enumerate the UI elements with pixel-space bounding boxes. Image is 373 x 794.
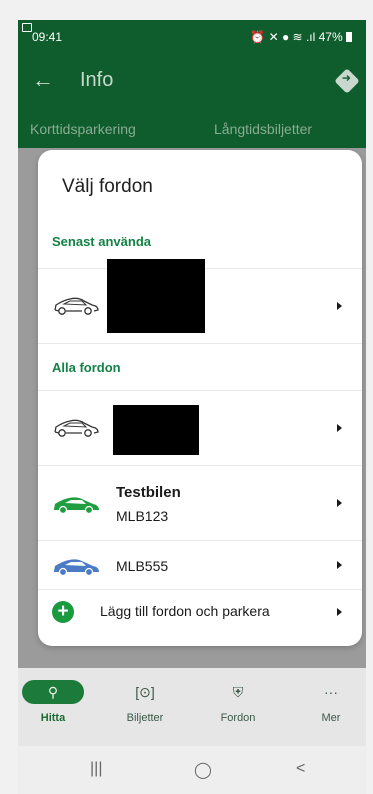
nav-item-hitta[interactable]: ⚲ Hitta — [18, 680, 88, 724]
recent-apps-icon[interactable]: ||| — [90, 760, 102, 778]
gallery-icon — [22, 23, 32, 32]
vehicle-row-recent[interactable] — [38, 259, 362, 343]
tab-short-term[interactable]: Korttidsparkering — [30, 121, 136, 137]
add-circle-icon: + — [52, 601, 74, 623]
chevron-right-icon — [337, 561, 342, 569]
add-vehicle-label: Lägg till fordon och parkera — [100, 603, 270, 619]
tab-long-term[interactable]: Långtidsbiljetter — [214, 121, 312, 137]
nav-item-biljetter[interactable]: [⊙] Biljetter — [110, 680, 180, 724]
car-filled-icon — [54, 559, 99, 577]
section-recent: Senast använda — [52, 234, 151, 249]
nav-label-hitta: Hitta — [40, 712, 66, 724]
vehicle-name: Testbilen — [116, 484, 181, 501]
vehicle-row-mlb555[interactable]: MLB555 — [38, 541, 362, 589]
status-bar: 09:41 ⏰ ✕ ● ≋ .ıl 47% — [18, 20, 366, 54]
directions-icon[interactable] — [334, 68, 360, 94]
nav-label-biljetter: Biljetter — [126, 712, 164, 724]
redacted-plate — [107, 259, 205, 333]
battery-icon — [346, 32, 352, 42]
nav-label-mer: Mer — [321, 712, 341, 724]
redacted-plate — [113, 405, 199, 455]
dialog-title: Välj fordon — [62, 176, 153, 197]
car-outline-icon — [54, 297, 99, 315]
app-bar: ← Info — [18, 54, 366, 114]
ticket-icon: [⊙] — [135, 684, 155, 700]
car-icon: ⛨ — [232, 684, 244, 700]
nav-item-fordon[interactable]: ⛨ Fordon — [203, 680, 273, 724]
divider — [38, 343, 362, 344]
status-icons: ⏰ ✕ ● ≋ .ıl 47% — [250, 30, 352, 44]
battery-text: 47% — [318, 30, 343, 44]
tab-bar: Korttidsparkering Långtidsbiljetter — [18, 114, 366, 148]
bottom-nav: ⚲ Hitta [⊙] Biljetter ⛨ Fordon ··· Mer — [18, 668, 366, 746]
add-vehicle-row[interactable]: + Lägg till fordon och parkera — [38, 590, 362, 636]
nav-item-mer[interactable]: ··· Mer — [296, 680, 366, 724]
vehicle-row-testbilen[interactable]: Testbilen MLB123 — [38, 466, 362, 540]
chevron-right-icon — [337, 608, 342, 616]
back-icon[interactable]: < — [296, 760, 305, 778]
section-all: Alla fordon — [52, 360, 121, 375]
vehicle-plate: MLB555 — [116, 558, 169, 574]
search-icon: ⚲ — [22, 680, 84, 704]
vehicle-row-redacted[interactable] — [38, 391, 362, 465]
chevron-right-icon — [337, 302, 342, 310]
page-title: Info — [80, 69, 114, 91]
system-nav-bar: ||| ◯ < — [18, 746, 366, 794]
car-filled-icon — [54, 497, 99, 515]
home-icon[interactable]: ◯ — [194, 760, 212, 780]
status-icons-text: ⏰ ✕ ● ≋ .ıl — [250, 30, 316, 44]
nav-label-fordon: Fordon — [220, 712, 256, 724]
more-icon: ··· — [324, 684, 338, 700]
vehicle-dialog: Välj fordon Senast använda Alla fordon T… — [38, 150, 362, 646]
chevron-right-icon — [337, 499, 342, 507]
vehicle-plate: MLB123 — [116, 508, 169, 524]
chevron-right-icon — [337, 424, 342, 432]
status-time: 09:41 — [32, 30, 63, 44]
car-outline-icon — [54, 419, 99, 437]
back-arrow-icon[interactable]: ← — [32, 67, 54, 93]
